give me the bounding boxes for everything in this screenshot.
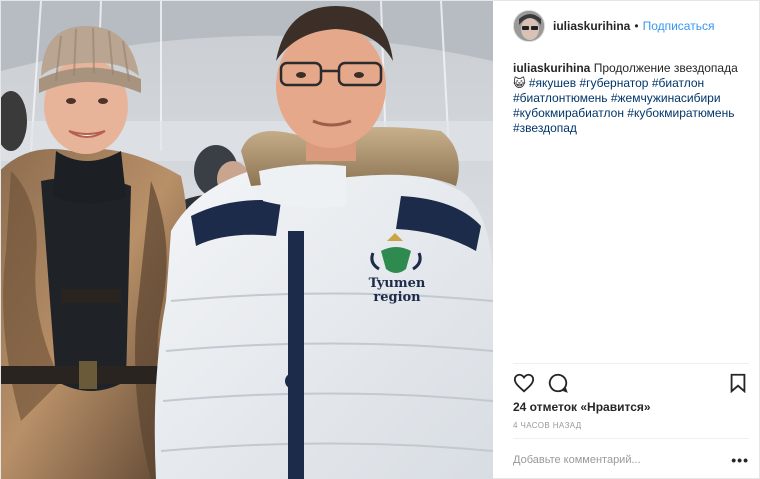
post-actions <box>513 371 749 395</box>
instagram-post: Tyumen region iuliaskurihina • Подписать… <box>0 0 760 479</box>
photo-illustration <box>1 1 493 479</box>
post-header: iuliaskurihina • Подписаться <box>494 1 760 51</box>
comment-divider <box>513 438 749 439</box>
hashtag-link[interactable]: #губернатор <box>579 76 648 90</box>
jacket-logo-text: Tyumen region <box>357 277 437 305</box>
follow-button[interactable]: Подписаться <box>643 19 715 33</box>
post-photo[interactable]: Tyumen region <box>1 1 493 479</box>
add-comment-row: ••• <box>513 445 749 475</box>
jacket-logo-line1: Tyumen <box>368 276 426 291</box>
post-caption: iuliaskurihina Продолжение звездопада 😺 … <box>513 61 739 136</box>
hashtag-link[interactable]: #кубокмирабиатлон <box>513 106 624 120</box>
jacket-logo-line2: region <box>373 290 421 305</box>
more-options-icon[interactable]: ••• <box>731 452 749 468</box>
hashtag-link[interactable]: #звездопад <box>513 121 577 135</box>
speech-bubble-icon[interactable] <box>547 372 569 394</box>
hashtag-link[interactable]: #якушев <box>529 76 576 90</box>
hashtag-link[interactable]: #кубокмиратюмень <box>627 106 734 120</box>
author-username[interactable]: iuliaskurihina <box>553 19 630 33</box>
caption-username[interactable]: iuliaskurihina <box>513 61 590 75</box>
likes-count[interactable]: 24 отметок «Нравится» <box>513 400 651 414</box>
header-separator: • <box>634 19 639 33</box>
hashtag-link[interactable]: #биатлон <box>652 76 704 90</box>
heart-outline-icon[interactable] <box>513 372 535 394</box>
avatar-image <box>514 11 544 41</box>
comment-input[interactable] <box>513 454 732 466</box>
hashtag-link[interactable]: #жемчужинасибири <box>611 91 721 105</box>
avatar[interactable] <box>513 10 545 42</box>
post-timestamp[interactable]: 4 часов назад <box>513 421 582 430</box>
bookmark-icon[interactable] <box>727 372 749 394</box>
actions-divider <box>513 363 749 364</box>
hashtag-link[interactable]: #биатлонтюмень <box>513 91 608 105</box>
post-side-panel: iuliaskurihina • Подписаться iuliaskurih… <box>494 1 760 479</box>
